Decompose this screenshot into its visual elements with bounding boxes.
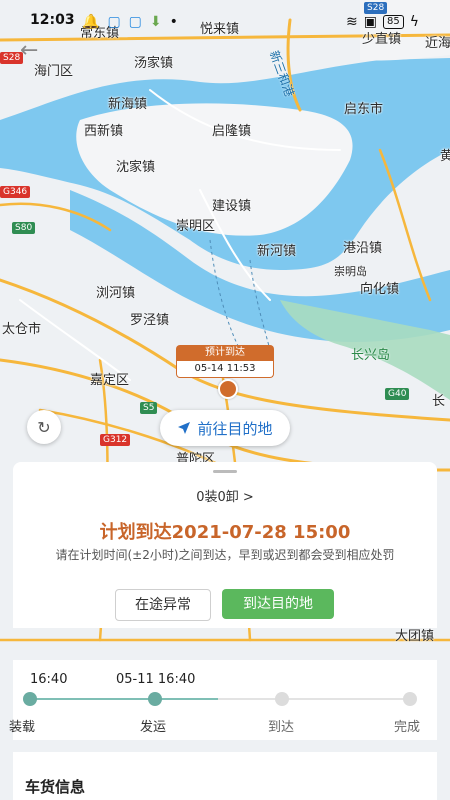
road-shield: G40 [385,388,410,400]
map-place-label: 港沿镇 [343,241,383,256]
navigation-arrow-icon [178,422,191,434]
map-place-label: 黄 [440,149,450,164]
dot-icon: • [169,14,178,30]
map-place-label: 汤家镇 [134,56,174,71]
navigate-to-destination-button[interactable]: 前往目的地 [160,410,290,446]
map-place-label: 长兴岛 [351,348,391,363]
map-place-label: 新海镇 [108,97,148,112]
timeline-time: 05-11 16:40 [116,672,196,687]
timeline-dot-arrive [275,692,289,706]
map-place-label: 新河镇 [257,244,297,259]
report-exception-button[interactable]: 在途异常 [115,589,211,621]
notification-icons: 🔔 ▢ ▢ ⬇ • [82,14,178,30]
eta-marker[interactable]: 预计到达 05-14 11:53 [176,345,274,399]
status-bar: 12:03 🔔 ▢ ▢ ⬇ • ≋ ▣ 85 ϟ [0,0,450,44]
arrow-left-icon: ← [20,38,39,63]
eta-marker-time: 05-14 11:53 [176,361,274,378]
map-place-label: 向化镇 [360,282,400,297]
download-icon: ⬇ [149,14,162,30]
cargo-info-section: 车货信息 [13,752,437,800]
bell-icon: 🔔 [82,14,100,30]
arrive-destination-button[interactable]: 到达目的地 [222,589,334,619]
timeline-stage-label: 发运 [140,720,167,735]
road-shield: S5 [140,402,158,414]
timeline-dot-complete [403,692,417,706]
arrival-sheet: 0装0卸 > 计划到达2021-07-28 15:00 请在计划时间(±2小时)… [13,462,437,628]
message-icon: ▢ [107,14,121,30]
map-place-label: 西新镇 [84,124,124,139]
chat-icon: ▢ [128,14,142,30]
status-time: 12:03 [30,12,75,28]
charging-icon: ϟ [409,14,419,30]
arrival-penalty-note: 请在计划时间(±2小时)之间到达，早到或迟到都会受到相应处罚 [55,548,395,562]
timeline-time: 16:40 [30,672,68,687]
road-shield: G346 [0,186,31,198]
drag-handle[interactable] [213,470,237,473]
map-place-label: 启东市 [344,102,384,117]
back-button[interactable]: ← [20,40,44,64]
map-place-label: 建设镇 [212,199,252,214]
vehicle-pin-icon [218,379,238,399]
system-icons: ≋ ▣ 85 ϟ [346,14,419,30]
map-place-label: 崇明岛 [334,265,367,278]
timeline-stage-label: 完成 [394,720,421,735]
map-place-label: 沈家镇 [116,160,156,175]
timeline-dot-dispatch [148,692,162,706]
refresh-icon: ↻ [37,417,51,437]
refresh-button[interactable]: ↻ [27,410,61,444]
map-place-label: 长 [432,394,446,409]
sim-icon: ▣ [363,14,377,30]
shipment-timeline: 16:40 05-11 16:40 装载 发运 到达 完成 [9,660,437,740]
map-place-label: 太仓市 [2,322,42,337]
timeline-dot-load [23,692,37,706]
map-place-label: 嘉定区 [90,373,130,388]
planned-arrival: 计划到达2021-07-28 15:00 [99,522,351,543]
cargo-info-title: 车货信息 [25,778,86,796]
map-place-label: 启隆镇 [212,124,252,139]
navigate-label: 前往目的地 [197,419,273,438]
map-place-label: 罗泾镇 [130,313,170,328]
timeline-progress [30,698,218,700]
road-shield: S80 [12,222,36,234]
timeline-stage-label: 装载 [9,720,36,735]
timeline-stage-label: 到达 [268,720,295,735]
map-place-label: 浏河镇 [96,286,136,301]
road-shield: G312 [100,434,131,446]
load-unload-summary[interactable]: 0装0卸 > [13,486,437,505]
eta-marker-head: 预计到达 [176,345,274,361]
wifi-icon: ≋ [346,14,358,30]
battery-icon: 85 [382,15,404,29]
map-place-label: 崇明区 [176,219,216,234]
